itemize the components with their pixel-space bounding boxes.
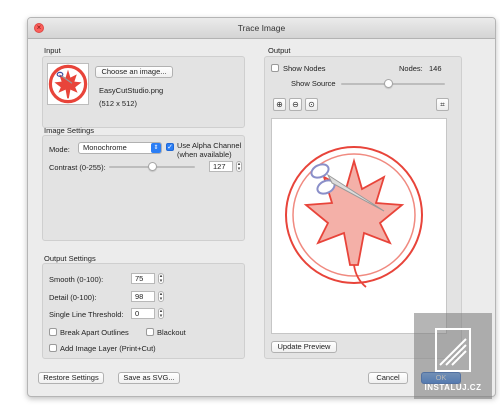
traced-preview-icon xyxy=(285,146,423,288)
nodes-label: Nodes: xyxy=(399,64,423,73)
blackout-checkbox[interactable] xyxy=(146,328,154,336)
title-bar: × Trace Image xyxy=(28,18,495,39)
show-nodes-label: Show Nodes xyxy=(283,64,326,73)
alpha-channel-label: Use Alpha Channel (when available) xyxy=(177,141,241,159)
threshold-label: Single Line Threshold: xyxy=(49,310,124,319)
input-section-label: Input xyxy=(44,46,61,55)
image-thumbnail xyxy=(47,63,89,105)
mode-select[interactable]: Monochrome ⇕ xyxy=(78,142,162,154)
blackout-label: Blackout xyxy=(157,328,186,337)
select-arrows-icon: ⇕ xyxy=(151,143,161,153)
mode-value: Monochrome xyxy=(83,143,127,152)
update-preview-button[interactable]: Update Preview xyxy=(271,341,337,353)
output-settings-panel: Smooth (0-100): 75 ▴ ▾ Detail (0-100): 98… xyxy=(42,263,245,359)
choose-image-button[interactable]: Choose an image... xyxy=(95,66,173,78)
zoom-in-icon[interactable]: ⊕ xyxy=(273,98,286,111)
preview-canvas[interactable] xyxy=(271,118,447,334)
watermark-logo-icon xyxy=(435,328,471,372)
maple-leaf-scissors-logo-icon xyxy=(48,64,88,104)
output-section-label: Output xyxy=(268,46,291,55)
input-panel: Choose an image... EasyCutStudio.png (51… xyxy=(42,56,245,128)
watermark: INSTALUJ.CZ xyxy=(414,313,492,399)
detail-field[interactable]: 98 xyxy=(131,291,155,302)
smooth-label: Smooth (0-100): xyxy=(49,275,104,284)
alpha-channel-checkbox[interactable]: ✓ xyxy=(166,143,174,151)
show-source-slider-knob[interactable] xyxy=(383,79,393,88)
threshold-field[interactable]: 0 xyxy=(131,308,155,319)
zoom-out-icon[interactable]: ⊖ xyxy=(289,98,302,111)
break-apart-label: Break Apart Outlines xyxy=(60,328,129,337)
window-title: Trace Image xyxy=(237,23,286,33)
show-source-label: Show Source xyxy=(291,79,336,88)
cancel-button[interactable]: Cancel xyxy=(368,372,408,384)
alpha-sublabel-text: (when available) xyxy=(177,150,232,159)
contrast-label: Contrast (0-255): xyxy=(49,163,106,172)
add-image-layer-checkbox[interactable] xyxy=(49,344,57,352)
input-filename: EasyCutStudio.png xyxy=(99,86,164,95)
smooth-field[interactable]: 75 xyxy=(131,273,155,284)
alpha-label-text: Use Alpha Channel xyxy=(177,141,242,150)
break-apart-checkbox[interactable] xyxy=(49,328,57,336)
crop-icon[interactable]: ⌗ xyxy=(436,98,449,111)
restore-settings-button[interactable]: Restore Settings xyxy=(38,372,104,384)
add-image-layer-label: Add Image Layer (Print+Cut) xyxy=(60,344,156,353)
contrast-field[interactable]: 127 xyxy=(209,161,233,172)
detail-stepper[interactable]: ▴ ▾ xyxy=(158,291,164,302)
zoom-fit-icon[interactable]: ⊙ xyxy=(305,98,318,111)
watermark-text: INSTALUJ.CZ xyxy=(424,383,482,392)
mode-label: Mode: xyxy=(49,145,70,154)
contrast-stepper[interactable]: ▴ ▾ xyxy=(236,161,242,172)
smooth-stepper[interactable]: ▴ ▾ xyxy=(158,273,164,284)
detail-label: Detail (0-100): xyxy=(49,293,97,302)
show-source-slider-track[interactable] xyxy=(341,83,445,85)
nodes-count: 146 xyxy=(429,64,442,73)
save-as-svg-button[interactable]: Save as SVG... xyxy=(118,372,180,384)
input-dimensions: (512 x 512) xyxy=(99,99,137,108)
show-nodes-checkbox[interactable] xyxy=(271,64,279,72)
contrast-slider-knob[interactable] xyxy=(148,162,157,171)
image-settings-panel: Mode: Monochrome ⇕ ✓ Use Alpha Channel (… xyxy=(42,135,245,241)
output-settings-label: Output Settings xyxy=(44,254,96,263)
threshold-stepper[interactable]: ▴ ▾ xyxy=(158,308,164,319)
image-settings-label: Image Settings xyxy=(44,126,95,135)
